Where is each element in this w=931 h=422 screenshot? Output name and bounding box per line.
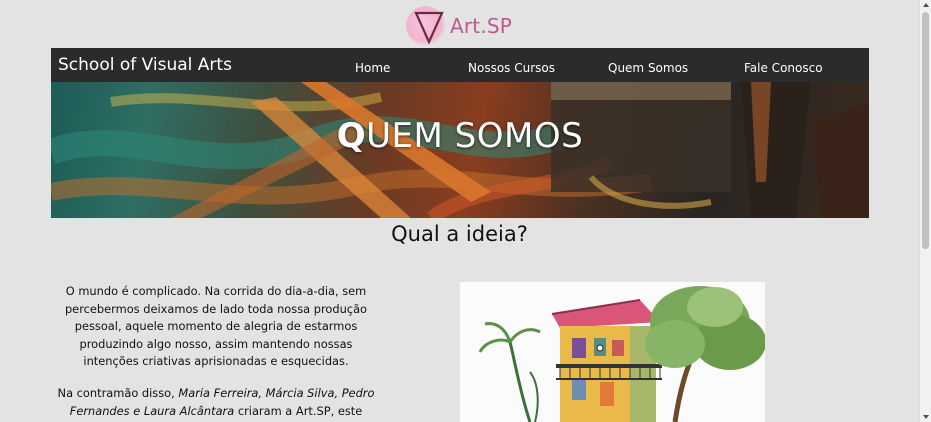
inverted-triangle-logo-icon: [414, 11, 444, 44]
founders-text-before: Na contramão disso,: [57, 386, 179, 400]
nav-quem-somos[interactable]: Quem Somos: [608, 61, 688, 75]
site-title[interactable]: School of Visual Arts: [58, 55, 232, 75]
nav-fale-conosco[interactable]: Fale Conosco: [744, 61, 823, 75]
section-title: Qual a ideia?: [391, 222, 528, 246]
hero-title: QUEM SOMOS: [51, 116, 869, 156]
logo[interactable]: Art.SP: [406, 4, 518, 48]
page: Art.SP School of Visual Arts Home Nossos…: [0, 0, 919, 422]
hero-title-rest: UEM SOMOS: [366, 116, 584, 156]
nav-home[interactable]: Home: [355, 61, 390, 75]
navbar: School of Visual Arts Home Nossos Cursos…: [51, 48, 869, 82]
founders-paragraph: Na contramão disso, Maria Ferreira, Márc…: [52, 385, 380, 422]
scrollbar[interactable]: [919, 0, 931, 422]
hero-title-initial: Q: [336, 116, 367, 156]
scroll-down-arrow-icon[interactable]: [923, 415, 929, 419]
hero-banner: QUEM SOMOS: [51, 82, 869, 218]
house-illustration: [460, 282, 765, 422]
logo-brand: Art.SP: [450, 14, 513, 38]
scroll-up-arrow-icon[interactable]: [923, 3, 929, 7]
nav-nossos-cursos[interactable]: Nossos Cursos: [468, 61, 555, 75]
intro-paragraph: O mundo é complicado. Na corrida do dia-…: [64, 284, 368, 368]
scrollbar-thumb[interactable]: [922, 12, 929, 249]
house-tree-illustration: [478, 286, 765, 422]
